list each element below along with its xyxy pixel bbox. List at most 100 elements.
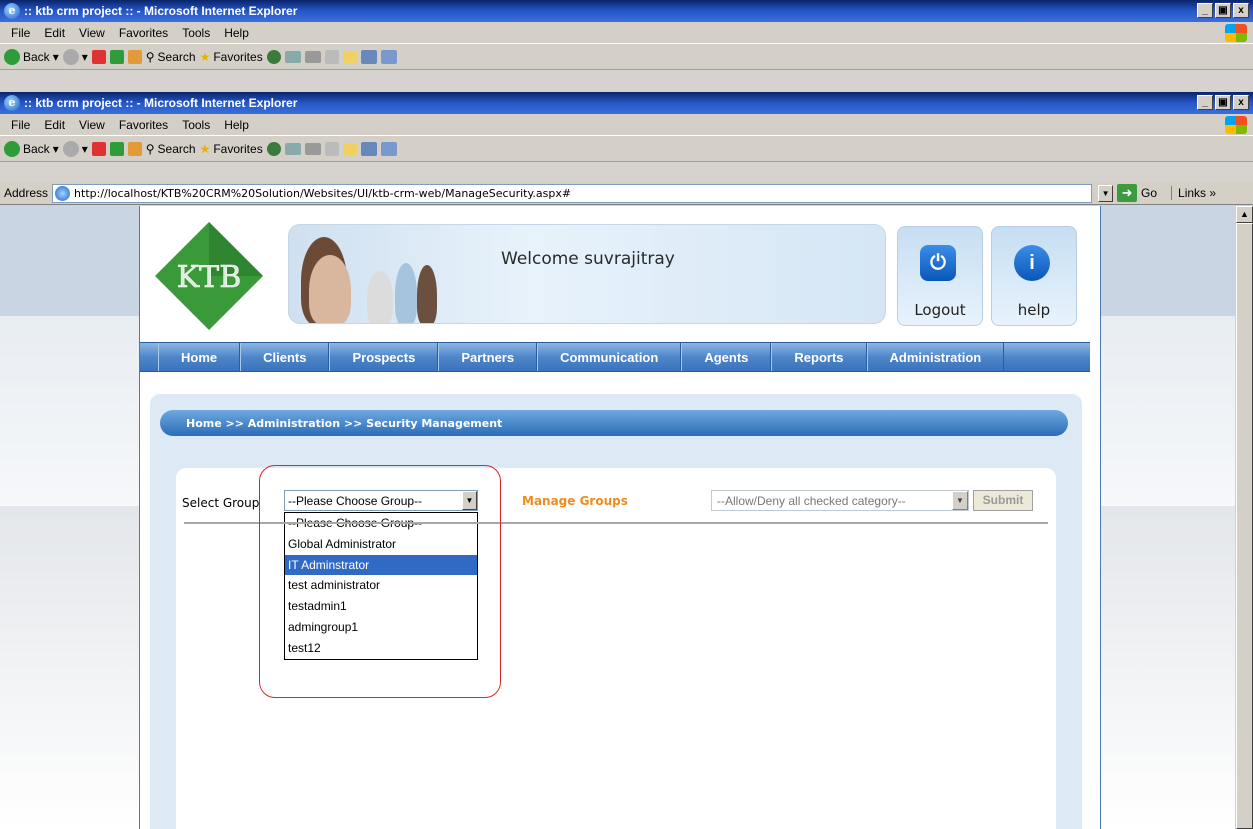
address-url: http://localhost/KTB%20CRM%20Solution/We… [74,186,572,200]
windows-logo-icon [1225,116,1247,134]
restore-button[interactable]: ▣ [1215,3,1231,18]
annotation-highlight [259,465,501,698]
favorites-button[interactable]: ★ Favorites [200,50,263,64]
chevron-down-icon[interactable]: ▼ [952,491,968,510]
nav-prospects[interactable]: Prospects [329,343,439,371]
menu-favorites[interactable]: Favorites [119,26,168,40]
edit-icon[interactable] [324,49,339,64]
select-group-label: Select Group [182,496,260,510]
mail-icon[interactable] [284,50,301,63]
category-select-value: --Allow/Deny all checked category-- [717,493,906,508]
scroll-thumb[interactable] [1236,223,1253,829]
favorites-button[interactable]: ★ Favorites [200,142,263,156]
ie-icon: e [4,95,20,111]
toolbar: Back ▾ ▾ ⚲ Search ★ Favorites [0,136,1253,162]
stop-icon[interactable] [91,141,106,156]
close-button[interactable]: x [1233,3,1249,18]
header-banner: Welcome suvrajitray [288,224,886,324]
star-icon: ★ [199,49,211,64]
minimize-button[interactable]: _ [1197,3,1213,18]
refresh-icon[interactable] [109,141,124,156]
back-arrow-icon [4,140,20,157]
print-icon[interactable] [304,50,321,63]
restore-button[interactable]: ▣ [1215,95,1231,110]
page-viewport: KTB Welcome suvrajitray ⏻ Logout i help … [0,206,1253,829]
submit-button[interactable]: Submit [973,490,1033,511]
menu-help[interactable]: Help [224,26,249,40]
title-bar[interactable]: e :: ktb crm project :: - Microsoft Inte… [0,0,1253,22]
minimize-button[interactable]: _ [1197,95,1213,110]
go-button[interactable]: ➜ Go [1117,184,1157,202]
research-icon[interactable] [380,49,397,64]
ie-icon: e [4,3,20,19]
star-icon: ★ [199,141,211,156]
nav-reports[interactable]: Reports [771,343,867,371]
address-input[interactable]: http://localhost/KTB%20CRM%20Solution/We… [52,183,1093,203]
print-icon[interactable] [304,142,321,155]
forward-button[interactable]: ▾ [62,48,88,65]
page-background-left [0,206,140,829]
menu-view[interactable]: View [79,26,105,40]
scroll-up-icon[interactable]: ▲ [1236,206,1253,223]
nav-partners[interactable]: Partners [438,343,538,371]
edit-icon[interactable] [324,141,339,156]
mail-icon[interactable] [284,142,301,155]
menu-edit[interactable]: Edit [44,26,65,40]
menu-tools[interactable]: Tools [182,118,210,132]
manage-groups-link[interactable]: Manage Groups [522,494,628,508]
breadcrumb: Home >> Administration >> Security Manag… [160,410,1068,436]
nav-clients[interactable]: Clients [240,343,330,371]
main-nav: Home Clients Prospects Partners Communic… [140,342,1090,372]
welcome-text: Welcome suvrajitray [501,249,675,269]
search-button[interactable]: ⚲ Search [146,142,196,156]
messenger-icon[interactable] [360,49,377,64]
home-icon[interactable] [127,141,142,156]
vertical-scrollbar[interactable]: ▲ [1235,206,1253,829]
page-icon [55,185,71,201]
research-icon[interactable] [380,141,397,156]
back-arrow-icon [4,48,20,65]
address-dropdown-icon[interactable]: ▼ [1098,184,1114,202]
nav-home[interactable]: Home [158,343,241,371]
menu-bar: File Edit View Favorites Tools Help [0,114,1253,136]
page-background-right [1100,206,1235,829]
ie-window-front: e :: ktb crm project :: - Microsoft Inte… [0,92,1253,162]
nav-communication[interactable]: Communication [537,343,682,371]
messenger-icon[interactable] [360,141,377,156]
stop-icon[interactable] [91,49,106,64]
forward-arrow-icon [62,48,79,65]
refresh-icon[interactable] [109,49,124,64]
ktb-logo: KTB [155,222,263,330]
address-label: Address [4,186,49,200]
search-button[interactable]: ⚲ Search [146,50,196,64]
menu-edit[interactable]: Edit [44,118,65,132]
help-button[interactable]: i help [991,226,1077,326]
forward-button[interactable]: ▾ [62,140,88,157]
menu-file[interactable]: File [11,118,30,132]
links-button[interactable]: Links » [1171,186,1216,200]
search-icon: ⚲ [145,49,155,64]
history-icon[interactable] [266,49,281,64]
logout-button[interactable]: ⏻ Logout [897,226,983,326]
discuss-icon[interactable] [342,50,357,63]
title-bar[interactable]: e :: ktb crm project :: - Microsoft Inte… [0,92,1253,114]
menu-view[interactable]: View [79,118,105,132]
back-button[interactable]: Back ▾ [4,48,59,65]
address-bar: Address http://localhost/KTB%20CRM%20Sol… [0,182,1253,205]
ie-window-back: e :: ktb crm project :: - Microsoft Inte… [0,0,1253,70]
nav-administration[interactable]: Administration [866,343,1005,371]
menu-help[interactable]: Help [224,118,249,132]
nav-agents[interactable]: Agents [681,343,772,371]
history-icon[interactable] [266,141,281,156]
back-button[interactable]: Back ▾ [4,140,59,157]
help-label: help [1017,301,1051,319]
category-permission-select[interactable]: --Allow/Deny all checked category-- ▼ [711,490,969,511]
menu-file[interactable]: File [11,26,30,40]
menu-favorites[interactable]: Favorites [119,118,168,132]
discuss-icon[interactable] [342,142,357,155]
close-button[interactable]: x [1233,95,1249,110]
toolbar: Back ▾ ▾ ⚲ Search ★ Favorites [0,44,1253,70]
menu-tools[interactable]: Tools [182,26,210,40]
window-title: :: ktb crm project :: - Microsoft Intern… [24,4,298,18]
home-icon[interactable] [127,49,142,64]
